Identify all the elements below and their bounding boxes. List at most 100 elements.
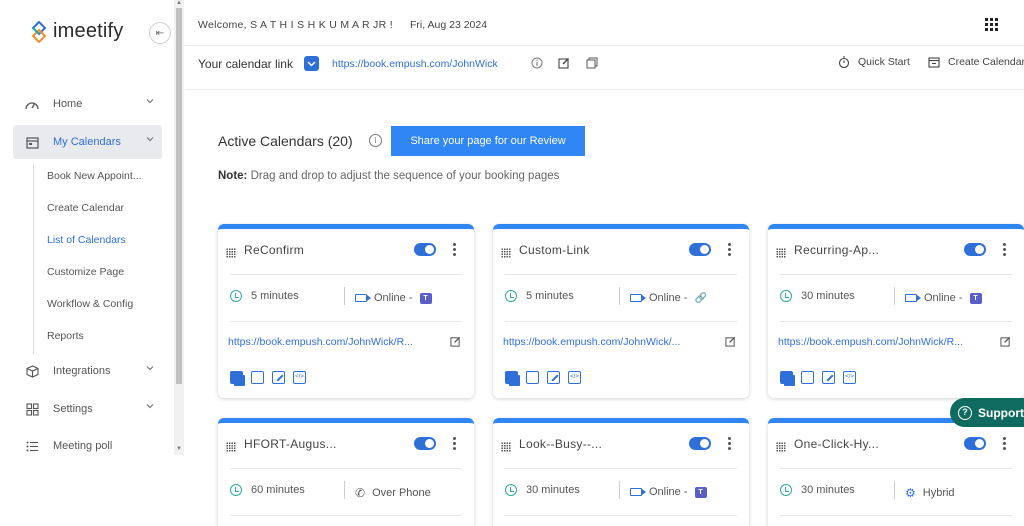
calendar-enabled-toggle[interactable] <box>414 243 436 256</box>
calendar-card-title[interactable]: Custom-Link <box>519 243 590 257</box>
imeetify-logo-icon <box>31 20 47 43</box>
calendar-card-title[interactable]: One-Click-Hy... <box>794 437 879 451</box>
chevron-down-icon <box>146 404 154 409</box>
calendar-enabled-toggle[interactable] <box>964 243 986 256</box>
sidebar-subitem-workflow-config[interactable]: Workflow & Config <box>47 298 133 310</box>
more-options-icon[interactable] <box>453 437 456 452</box>
settings-grid-icon <box>24 402 40 416</box>
create-calendar-label: Create Calendar <box>948 56 1024 68</box>
embed-code-icon[interactable]: </> <box>568 371 581 384</box>
calendar-card[interactable]: ReConfirm 5 minutes Online - T https://bo… <box>218 224 474 398</box>
calendar-card-title[interactable]: HFORT-Augus... <box>244 437 337 451</box>
calendar-card-title[interactable]: Recurring-Ap... <box>794 243 879 257</box>
card-divider <box>780 321 1012 322</box>
drag-handle-icon[interactable] <box>501 248 511 258</box>
calendar-card[interactable]: Custom-Link 5 minutes Online - 🔗 https://… <box>493 224 749 398</box>
meeting-mode-label: Online - <box>649 486 688 498</box>
sidebar-subitem-customize-page[interactable]: Customize Page <box>47 266 124 278</box>
drag-handle-icon[interactable] <box>226 248 236 258</box>
more-options-icon[interactable] <box>728 437 731 452</box>
calendar-enabled-toggle[interactable] <box>414 437 436 450</box>
sidebar-item-meeting-poll[interactable]: Meeting poll <box>13 429 162 463</box>
drag-handle-icon[interactable] <box>776 248 786 258</box>
sidebar-item-settings[interactable]: Settings <box>13 392 162 426</box>
share-page-review-button[interactable]: Share your page for our Review <box>391 126 585 156</box>
video-icon <box>905 294 921 302</box>
sidebar-subitem-book-new-appointment[interactable]: Book New Appoint... <box>47 170 142 182</box>
calendar-card-title[interactable]: ReConfirm <box>244 243 304 257</box>
sidebar-subitem-list-of-calendars[interactable]: List of Calendars <box>47 234 126 246</box>
edit-icon[interactable] <box>547 371 560 384</box>
card-divider <box>230 321 462 322</box>
calendar-booking-url[interactable]: https://book.empush.com/JohnWick/R... <box>778 336 978 348</box>
copy-icon[interactable] <box>526 371 539 384</box>
calendar-enabled-toggle[interactable] <box>689 437 711 450</box>
duplicate-icon[interactable] <box>230 371 243 384</box>
quick-start-button[interactable]: Quick Start <box>838 56 910 68</box>
sidebar-item-home[interactable]: Home <box>13 87 162 121</box>
calendar-icon <box>24 135 40 149</box>
sidebar-item-integrations[interactable]: Integrations <box>13 354 162 388</box>
calendar-enabled-toggle[interactable] <box>689 243 711 256</box>
apps-grid-icon[interactable] <box>985 18 998 31</box>
duplicate-icon[interactable] <box>780 371 793 384</box>
edit-url-icon[interactable] <box>1000 336 1011 350</box>
sidebar-scrollbar-thumb[interactable] <box>176 8 182 384</box>
copy-icon[interactable] <box>251 371 264 384</box>
clock-icon <box>780 290 792 302</box>
card-divider <box>780 274 1012 275</box>
embed-code-icon[interactable]: </> <box>843 371 856 384</box>
calendar-card[interactable]: Recurring-Ap... 30 minutes Online - T htt… <box>768 224 1024 398</box>
card-vertical-divider <box>894 481 895 499</box>
note-text: Drag and drop to adjust the sequence of … <box>247 170 560 182</box>
card-divider <box>780 515 1012 516</box>
copy-icon[interactable] <box>801 371 814 384</box>
sidebar-subitem-reports[interactable]: Reports <box>47 330 84 342</box>
calendar-duration: 5 minutes <box>526 290 574 302</box>
calendar-enabled-toggle[interactable] <box>964 437 986 450</box>
card-divider <box>230 515 462 516</box>
meeting-mode: Online - T <box>630 486 707 498</box>
calendar-link-url[interactable]: https://book.empush.com/JohnWick <box>332 58 498 70</box>
edit-icon[interactable] <box>822 371 835 384</box>
support-button[interactable]: ? Support <box>950 398 1024 427</box>
calendar-booking-url[interactable]: https://book.empush.com/JohnWick/... <box>503 336 703 348</box>
drag-handle-icon[interactable] <box>226 442 236 452</box>
collapse-sidebar-button[interactable]: ⇤ <box>149 22 171 44</box>
card-divider <box>505 274 737 275</box>
drag-handle-icon[interactable] <box>776 442 786 452</box>
scroll-up-arrow-icon[interactable]: ▲ <box>176 0 182 6</box>
calendar-booking-url[interactable]: https://book.empush.com/JohnWick/R... <box>228 336 428 348</box>
calendar-link-dropdown[interactable] <box>304 56 319 71</box>
sidebar-subitem-create-calendar[interactable]: Create Calendar <box>47 202 124 214</box>
edit-url-icon[interactable] <box>450 336 461 350</box>
sidebar-item-my-calendars[interactable]: My Calendars <box>13 125 162 159</box>
more-options-icon[interactable] <box>453 243 456 258</box>
phone-icon: ✆ <box>355 486 366 500</box>
calendar-card[interactable]: Look--Busy--... 30 minutes Online - T <box>493 418 749 526</box>
meeting-mode-label: Hybrid <box>922 487 955 499</box>
create-calendar-button[interactable]: Create Calendar <box>928 56 1024 68</box>
stopwatch-icon <box>838 56 850 68</box>
drag-handle-icon[interactable] <box>501 442 511 452</box>
embed-code-icon[interactable]: </> <box>293 371 306 384</box>
meeting-mode: ⚙ Hybrid <box>905 486 955 500</box>
edit-url-icon[interactable] <box>725 336 736 350</box>
info-icon[interactable]: i <box>369 134 382 147</box>
scroll-down-arrow-icon[interactable]: ▼ <box>176 446 182 452</box>
more-options-icon[interactable] <box>1003 243 1006 258</box>
more-options-icon[interactable] <box>728 243 731 258</box>
edit-icon[interactable] <box>558 57 570 69</box>
card-divider <box>505 321 737 322</box>
duplicate-icon[interactable] <box>505 371 518 384</box>
calendar-card[interactable]: One-Click-Hy... 30 minutes ⚙ Hybrid <box>768 418 1024 526</box>
copy-icon[interactable] <box>586 57 598 69</box>
list-icon <box>24 439 40 453</box>
more-options-icon[interactable] <box>1003 437 1006 452</box>
calendar-card-title[interactable]: Look--Busy--... <box>519 437 602 451</box>
calendar-card[interactable]: HFORT-Augus... 60 minutes ✆ Over Phone <box>218 418 474 526</box>
info-icon[interactable] <box>531 57 543 69</box>
app-logo[interactable]: imeetify <box>31 20 124 43</box>
clock-icon <box>780 484 792 496</box>
edit-icon[interactable] <box>272 371 285 384</box>
